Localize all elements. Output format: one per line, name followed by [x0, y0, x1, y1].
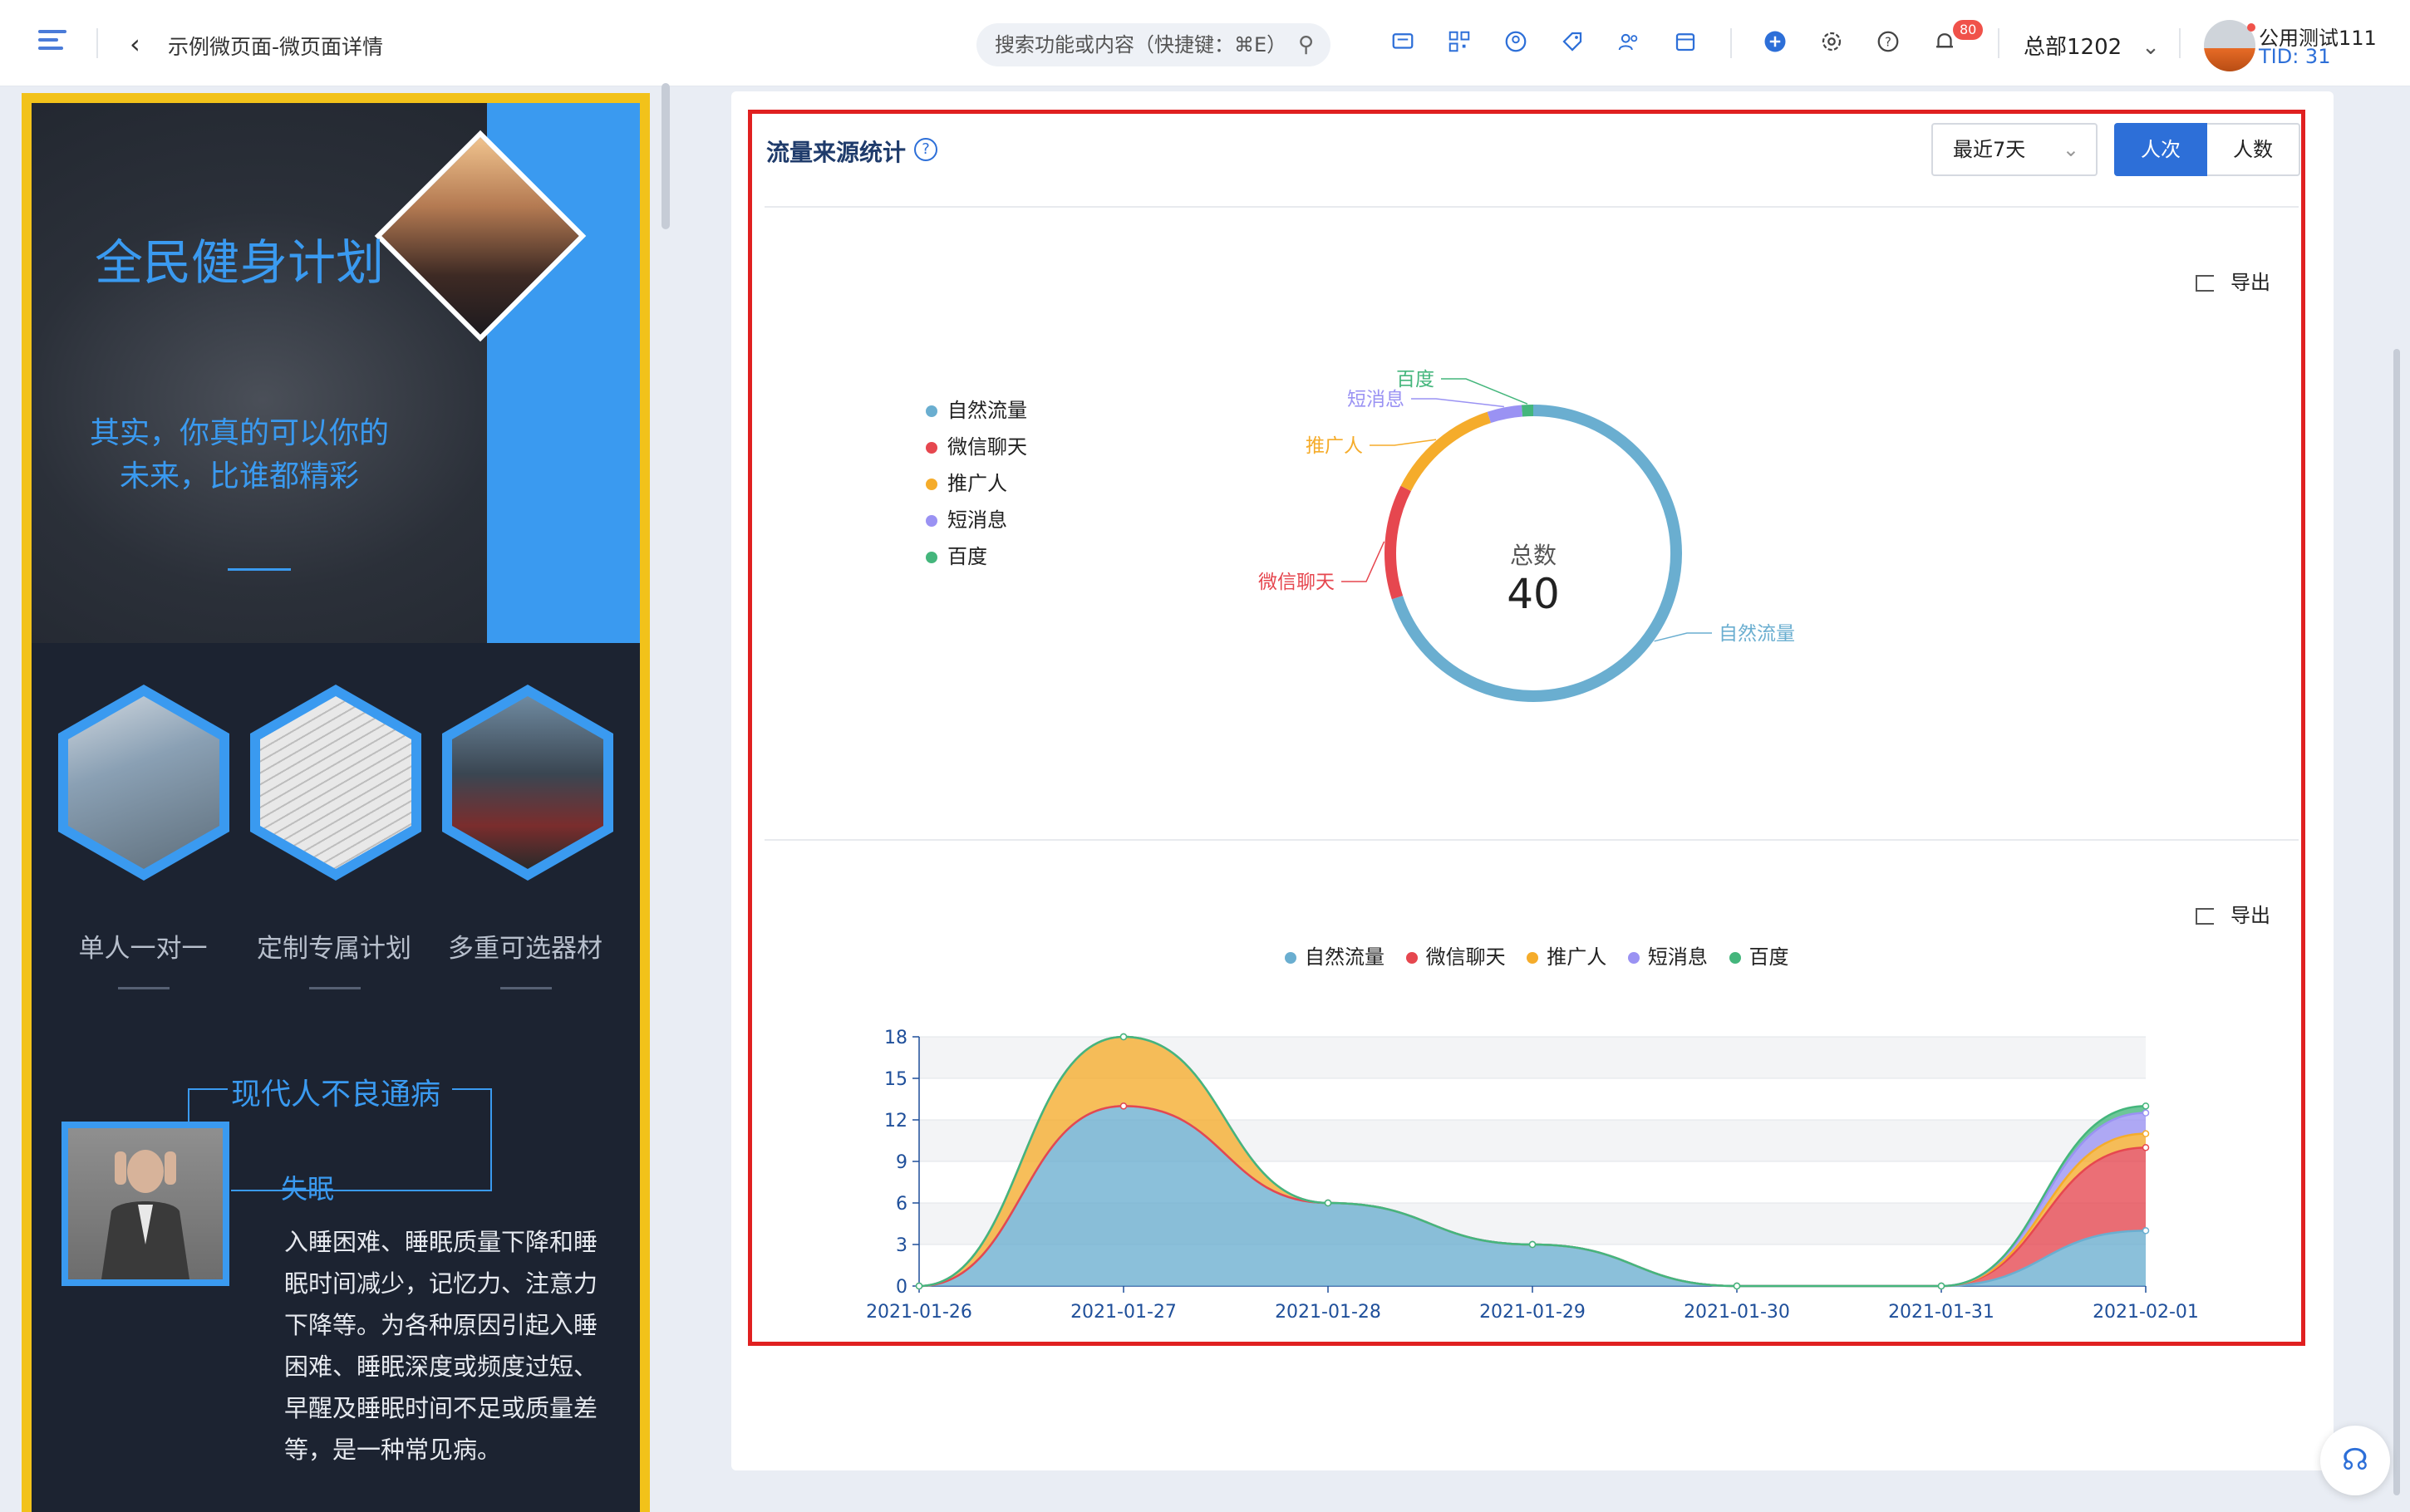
data-point [1324, 1199, 1332, 1207]
y-tick-label: 0 [896, 1277, 907, 1298]
donut-center-value: 40 [1507, 570, 1560, 618]
y-tick-label: 18 [884, 1028, 907, 1048]
x-tick-label: 2021-01-26 [866, 1302, 972, 1323]
y-tick-label: 6 [896, 1194, 907, 1215]
data-point [2142, 1102, 2150, 1110]
charts-canvas: 自然流量 微信聊天 推广人 短消息百度总数40 0 3 6 9 12 15 18 2021-01-26… [866, 369, 2199, 1323]
y-tick-label: 15 [884, 1069, 907, 1090]
data-point [915, 1282, 923, 1290]
donut-slice-label: 自然流量 [1719, 623, 1795, 645]
donut-leader-line [1341, 541, 1385, 582]
y-tick-label: 9 [896, 1152, 907, 1173]
y-tick-label: 12 [884, 1111, 907, 1132]
data-point [2142, 1130, 2150, 1137]
data-point [1937, 1282, 1945, 1290]
donut-slice [1487, 405, 1523, 424]
data-point [2142, 1109, 2150, 1117]
data-point [1528, 1240, 1537, 1249]
customer-service-icon[interactable]: ☊ [2320, 1426, 2390, 1495]
data-point [2142, 1227, 2150, 1235]
donut-slice-label: 微信聊天 [1258, 572, 1335, 593]
donut-slice-label: 百度 [1396, 369, 1434, 390]
donut-leader-line [1411, 398, 1504, 408]
donut-slice [1385, 485, 1412, 600]
donut-slice-label: 推广人 [1306, 435, 1363, 457]
x-tick-label: 2021-01-31 [1888, 1302, 1994, 1323]
x-tick-label: 2021-02-01 [2093, 1302, 2199, 1323]
data-point [1733, 1282, 1741, 1290]
donut-center-label: 总数 [1510, 542, 1557, 569]
x-tick-label: 2021-01-30 [1684, 1302, 1790, 1323]
donut-slice [1521, 405, 1534, 417]
donut-leader-line [1370, 439, 1437, 446]
x-tick-label: 2021-01-28 [1275, 1302, 1381, 1323]
data-point [2142, 1144, 2150, 1151]
y-tick-label: 3 [896, 1235, 907, 1256]
donut-leader-line [1654, 632, 1712, 642]
donut-leader-line [1441, 378, 1528, 405]
x-tick-label: 2021-01-27 [1070, 1302, 1177, 1323]
donut-slice [1400, 411, 1492, 492]
data-point [1119, 1033, 1128, 1041]
data-point [1119, 1102, 1128, 1110]
x-tick-label: 2021-01-29 [1479, 1302, 1586, 1323]
donut-slice-label: 短消息 [1347, 389, 1404, 410]
